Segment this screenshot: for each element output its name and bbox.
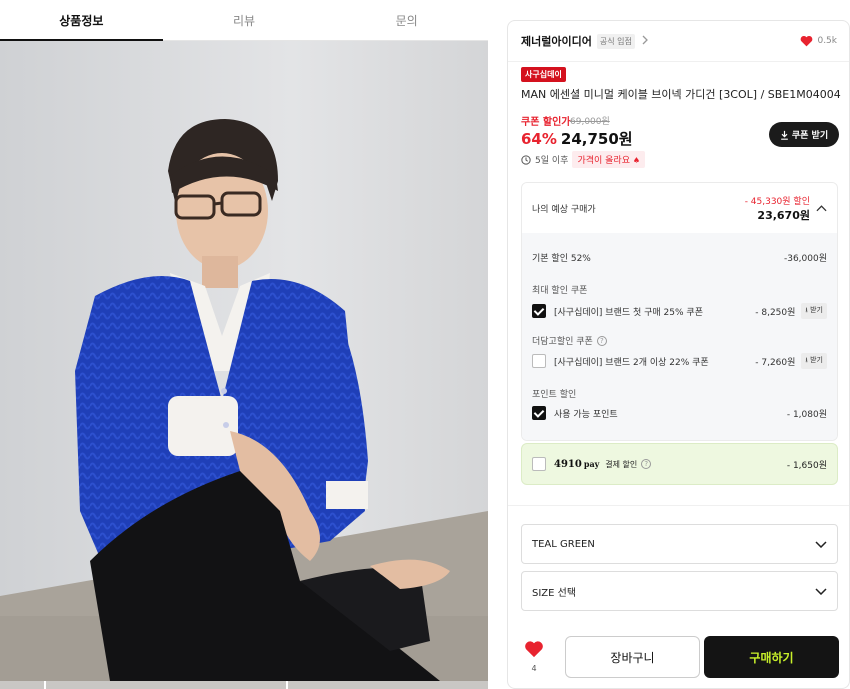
point-section-label: 포인트 할인 — [532, 390, 577, 400]
estimated-price-title: 나의 예상 구매가 — [532, 204, 596, 215]
tab-product-info[interactable]: 상품정보 — [0, 0, 163, 41]
estimated-price-header[interactable]: 나의 예상 구매가 - 45,330원 할인 23,670원 — [522, 183, 837, 233]
help-icon[interactable]: ? — [596, 335, 607, 346]
official-store-badge: 공식 입점 — [596, 33, 635, 49]
coupon1-download-button[interactable]: ⭳ 받기 — [801, 303, 827, 319]
purchase-panel: 제너럴아이디어 공식 입점 0.5k 사구십데이 MAN 에센셜 미니멀 케이블… — [507, 20, 850, 689]
pay-discount-box: 4910 pay 결제 할인 ? - 1,650원 — [521, 443, 838, 485]
estimated-price-details: 기본 할인 52% -36,000원 최대 할인 쿠폰 [사구십데이] 브랜드 … — [522, 233, 837, 440]
get-coupon-label: 쿠폰 받기 — [791, 131, 829, 141]
point-amount: - 1,080원 — [786, 409, 827, 420]
point-row: 사용 가능 포인트 - 1,080원 — [532, 406, 827, 420]
price-notice: 5일 이후 가격이 올라요 ♠ — [521, 151, 646, 168]
estimated-price: 23,670원 — [757, 208, 810, 222]
point-label: 사용 가능 포인트 — [554, 409, 618, 420]
event-badge: 사구십데이 — [521, 67, 566, 82]
coupon2-download-button[interactable]: ⭳ 받기 — [801, 353, 827, 369]
thumbnail[interactable] — [46, 681, 286, 689]
divider — [508, 61, 849, 62]
estimated-price-box: 나의 예상 구매가 - 45,330원 할인 23,670원 기본 할인 52%… — [521, 182, 838, 441]
price-row: 64% 24,750원 — [521, 128, 633, 149]
coupon1-amount: - 8,250원 — [755, 307, 796, 318]
tab-reviews[interactable]: 리뷰 — [163, 0, 326, 40]
base-discount-amount: -36,000원 — [783, 254, 827, 264]
pay-discount-amount: - 1,650원 — [786, 460, 827, 471]
chevron-right-icon[interactable] — [641, 35, 649, 48]
coupon2-label: [사구십데이] 브랜드 2개 이상 22% 쿠폰 — [554, 357, 709, 368]
discount-rate: 64% — [521, 130, 557, 148]
final-price: 24,750원 — [560, 130, 633, 148]
heart-icon — [801, 35, 813, 47]
coupon1-checkbox[interactable] — [532, 304, 546, 318]
brand-name[interactable]: 제너럴아이디어 — [521, 33, 592, 49]
thumbnail[interactable] — [288, 681, 488, 689]
brand-like-count: 0.5k — [817, 36, 837, 46]
size-select-value: SIZE 선택 — [532, 587, 577, 599]
help-icon[interactable]: ? — [641, 459, 652, 469]
brand-like[interactable]: 0.5k — [800, 35, 837, 47]
divider — [508, 505, 849, 506]
detail-tabs: 상품정보 리뷰 문의 — [0, 0, 488, 41]
pay-discount-label: 결제 할인 — [605, 459, 638, 469]
pay-logo: 4910 pay — [554, 459, 599, 470]
coupon1-download-label: 받기 — [810, 306, 823, 314]
base-discount-row: 기본 할인 52% -36,000원 — [532, 251, 827, 264]
size-select[interactable]: SIZE 선택 — [521, 571, 838, 611]
coupon1-row: [사구십데이] 브랜드 첫 구매 25% 쿠폰 - 8,250원 ⭳ 받기 — [532, 303, 827, 319]
coupon2-amount: - 7,260원 — [755, 357, 796, 368]
action-bar: 4 장바구니 구매하기 — [508, 633, 849, 679]
coupon1-label: [사구십데이] 브랜드 첫 구매 25% 쿠폰 — [554, 307, 703, 318]
pay-logo-suffix: pay — [583, 458, 600, 469]
coupon2-download-label: 받기 — [810, 356, 823, 364]
base-discount-label: 기본 할인 52% — [532, 254, 591, 264]
tab-inquiry[interactable]: 문의 — [325, 0, 488, 40]
extra-coupon-section: 더담고할인 쿠폰 ? — [532, 334, 607, 347]
add-to-cart-button[interactable]: 장바구니 — [565, 636, 700, 678]
clock-icon — [521, 154, 531, 165]
point-checkbox[interactable] — [532, 406, 546, 420]
pay-discount-checkbox[interactable] — [532, 457, 546, 471]
coupon2-row: [사구십데이] 브랜드 2개 이상 22% 쿠폰 - 7,260원 ⭳ 받기 — [532, 353, 827, 369]
chevron-up-icon[interactable] — [816, 204, 827, 212]
heart-icon — [525, 640, 543, 657]
download-icon — [781, 130, 788, 140]
chevron-down-icon — [815, 587, 827, 595]
product-photo — [0, 41, 488, 681]
brand-row: 제너럴아이디어 공식 입점 0.5k — [521, 31, 837, 51]
buy-now-button[interactable]: 구매하기 — [704, 636, 839, 678]
get-coupon-button[interactable]: 쿠폰 받기 — [769, 122, 839, 147]
color-select[interactable]: TEAL GREEN — [521, 524, 838, 564]
thumbnail[interactable] — [0, 681, 44, 689]
color-select-value: TEAL GREEN — [532, 538, 595, 550]
pay-logo-number: 4910 — [554, 458, 582, 470]
like-count: 4 — [531, 663, 537, 673]
price-rise-text: 가격이 올라요 — [577, 156, 630, 166]
coupon2-checkbox[interactable] — [532, 354, 546, 368]
model-wearing-cardigan-image — [0, 41, 488, 681]
thumbnail-strip — [0, 681, 488, 689]
original-price: 69,000원 — [570, 117, 610, 127]
spade-icon: ♠ — [632, 156, 641, 165]
coupon-price-label: 쿠폰 할인가 — [521, 117, 571, 128]
notice-days: 5일 이후 — [535, 156, 569, 166]
estimated-price-summary: - 45,330원 할인 23,670원 — [745, 194, 810, 223]
price-rise-chip: 가격이 올라요 ♠ — [572, 151, 646, 168]
chevron-down-icon — [815, 540, 827, 548]
product-media-column: 상품정보 리뷰 문의 — [0, 0, 490, 689]
like-button[interactable]: 4 — [508, 640, 560, 673]
extra-coupon-label: 더담고할인 쿠폰 — [532, 337, 593, 347]
product-name: MAN 에센셜 미니멀 케이블 브이넥 가디건 [3COL] / SBE1M04… — [521, 88, 841, 101]
max-coupon-label: 최대 할인 쿠폰 — [532, 286, 588, 296]
estimated-saving: - 45,330원 할인 — [744, 196, 810, 207]
